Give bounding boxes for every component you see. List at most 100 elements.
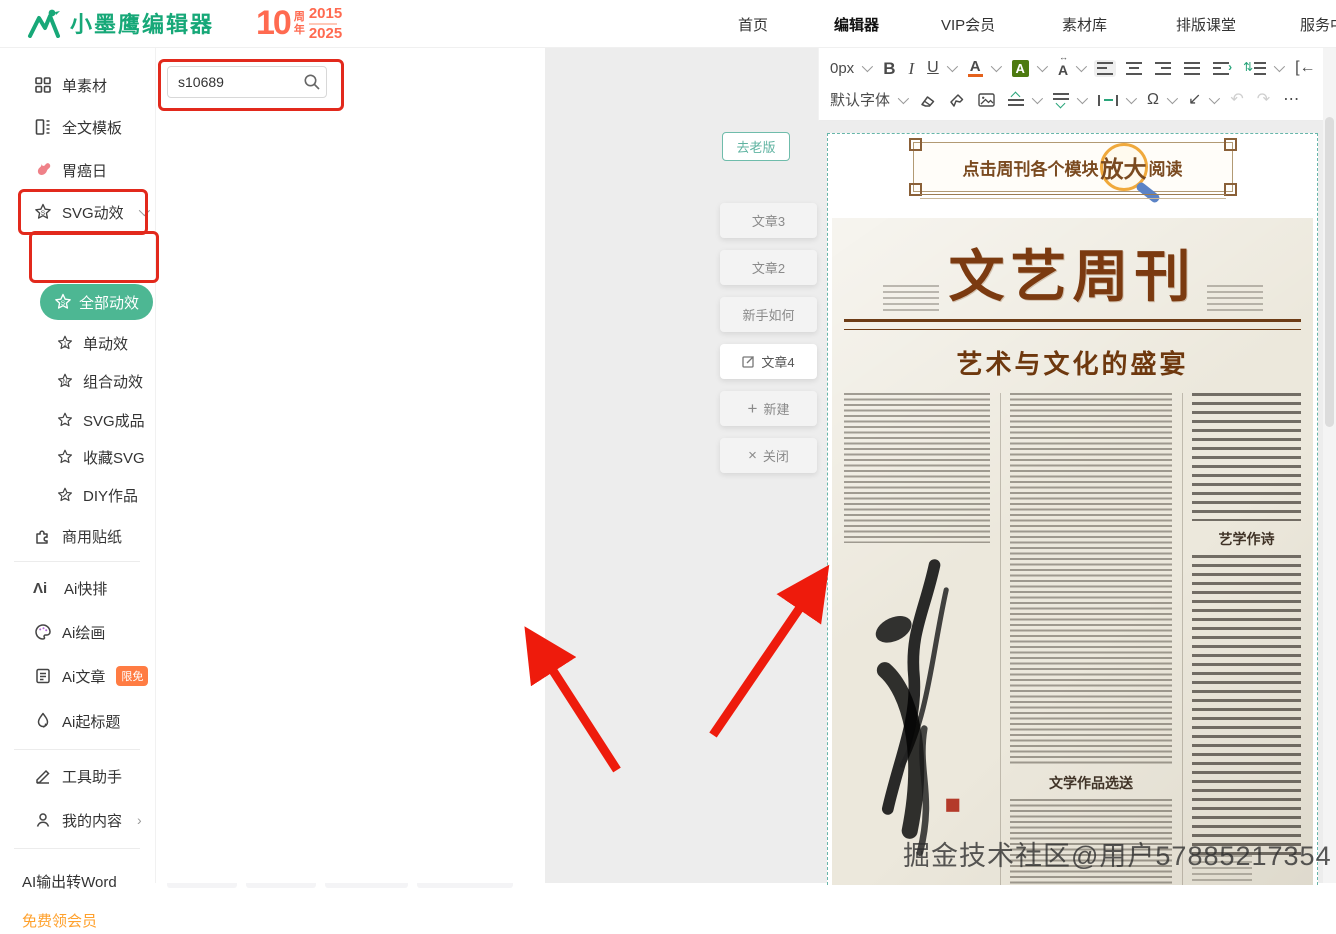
special-char-button[interactable]: Ω — [1144, 90, 1178, 110]
chevron-down-icon — [990, 61, 1001, 72]
chevron-down-icon — [1032, 93, 1043, 104]
font-color-icon: A — [968, 59, 983, 77]
scrollbar-thumb[interactable] — [1325, 117, 1334, 427]
anniversary-nian: 年 — [294, 24, 305, 37]
position-button[interactable]: ↙ — [1185, 90, 1220, 110]
puzzle-icon — [33, 526, 53, 546]
align-left-icon — [1097, 62, 1113, 75]
tab-newbie-guide[interactable]: 新手如何 — [720, 297, 817, 332]
sidebar-item-my-content[interactable]: 我的内容 › — [0, 806, 155, 834]
sidebar-item-ai-title[interactable]: Ai起标题 — [0, 707, 155, 735]
bold-button[interactable]: B — [880, 58, 898, 79]
sidebar-item-svg-finished[interactable]: SVG成品 — [0, 406, 155, 434]
highlight-color-button[interactable]: A — [1009, 58, 1048, 79]
anniversary-year-from: 2015 — [309, 6, 342, 22]
app-logo[interactable]: 小墨鹰编辑器 — [26, 7, 214, 39]
undo-icon: ↶ — [1230, 92, 1243, 108]
art-text-button[interactable]: A — [1055, 57, 1087, 79]
sidebar-item-ai-painting[interactable]: Ai绘画 — [0, 618, 155, 646]
newspaper-column: 艺学作诗 — [1182, 393, 1301, 885]
new-article-button[interactable]: +新建 — [720, 391, 817, 426]
nav-vip[interactable]: VIP会员 — [941, 14, 995, 35]
outdent-button[interactable]: [← — [1292, 58, 1318, 78]
undo-button[interactable]: ↶ — [1227, 90, 1246, 110]
tab-article4-active[interactable]: 文章4 — [720, 344, 817, 379]
svg-text:N: N — [63, 380, 67, 386]
font-family-dropdown[interactable]: 默认字体 — [827, 91, 909, 110]
more-tools-button[interactable]: ⋯ — [1280, 90, 1302, 110]
go-old-version-button[interactable]: 去老版 — [722, 132, 790, 161]
star-n-icon: N — [56, 372, 74, 390]
sidebar-item-ai-quick-layout[interactable]: Λi Ai快排 — [0, 574, 155, 602]
nav-layout-class[interactable]: 排版课堂 — [1176, 14, 1236, 35]
underline-button[interactable]: U — [924, 58, 958, 78]
banner-zoom-word: 放大 — [1101, 150, 1147, 184]
sidebar-item-single-material[interactable]: 单素材 — [0, 71, 155, 99]
calligraphy-text — [1192, 393, 1301, 521]
search-icon[interactable] — [303, 73, 321, 91]
align-right-button[interactable] — [1152, 60, 1174, 77]
font-size-dropdown[interactable]: 0px — [827, 59, 873, 78]
material-panel — [155, 47, 546, 883]
star-icon — [56, 411, 74, 429]
redo-button[interactable]: ↷ — [1254, 90, 1273, 110]
clear-format-button[interactable] — [916, 91, 939, 110]
poem-text — [1192, 555, 1301, 855]
watermark-text: 掘金技术社区@用户57885217354 — [903, 834, 1332, 873]
body-text — [1010, 393, 1172, 765]
sidebar-item-favorite-svg[interactable]: 收藏SVG — [0, 443, 155, 471]
insert-image-button[interactable] — [975, 91, 998, 109]
chevron-down-icon — [1209, 93, 1220, 104]
banner-text: 点击周刊各个模块 — [963, 155, 1099, 180]
format-painter-button[interactable] — [946, 91, 968, 110]
indent-button[interactable] — [1210, 60, 1234, 77]
template-icon — [33, 117, 53, 137]
sidebar-item-ai-to-word[interactable]: AI输出转Word — [0, 867, 155, 895]
sidebar-item-full-template[interactable]: 全文模板 — [0, 113, 155, 141]
spacing-below-button[interactable] — [1050, 91, 1088, 109]
editor-document[interactable]: 点击周刊各个模块 放大 阅读 文艺周刊 艺术与文化的盛宴 — [827, 133, 1318, 885]
sidebar-item-commercial-stickers[interactable]: 商用贴纸 — [0, 522, 155, 550]
close-icon: × — [748, 447, 757, 464]
italic-button[interactable]: I — [905, 58, 917, 79]
arrow-southwest-icon: ↙ — [1188, 92, 1201, 108]
align-justify-button[interactable] — [1181, 60, 1203, 77]
tab-label: 文章2 — [752, 258, 785, 277]
sidebar-item-diy-works[interactable]: DIY作品 — [0, 481, 155, 509]
eagle-logo-icon — [26, 8, 62, 38]
editor-toolbar: 0px B I U A A A [← 默认字体 Ω ↙ ↶ ↷ ⋯ — [818, 47, 1336, 121]
sidebar-item-tool-assistant[interactable]: 工具助手 — [0, 762, 155, 790]
sidebar-item-label: AI输出转Word — [22, 871, 117, 892]
sidebar-item-combo-animation[interactable]: N 组合动效 — [0, 367, 155, 395]
sidebar-item-single-animation[interactable]: 1 单动效 — [0, 329, 155, 357]
sidebar-item-svg-animation[interactable]: S SVG动效 — [0, 198, 155, 226]
star-icon — [56, 448, 74, 466]
tab-article3[interactable]: 文章3 — [720, 203, 817, 238]
nav-editor[interactable]: 编辑器 — [834, 14, 879, 35]
close-button[interactable]: × 关闭 — [720, 438, 817, 473]
sidebar-item-ai-article[interactable]: Ai文章 限免 — [0, 662, 155, 690]
nav-service[interactable]: 服务中心 — [1300, 14, 1336, 35]
line-height-button[interactable] — [1241, 60, 1285, 77]
align-center-button[interactable] — [1123, 60, 1145, 77]
bold-letter: B — [883, 60, 895, 77]
canvas-scrollbar[interactable] — [1323, 47, 1336, 883]
sidebar-item-stomach-day[interactable]: 胃癌日 — [0, 156, 155, 184]
align-center-icon — [1126, 62, 1142, 75]
nav-home[interactable]: 首页 — [738, 14, 768, 35]
sidebar-item-free-vip[interactable]: 免费领会员 — [0, 906, 155, 934]
newspaper-column: 文学作品选送 — [1000, 393, 1172, 885]
tab-article2[interactable]: 文章2 — [720, 250, 817, 285]
limited-free-badge: 限免 — [116, 666, 148, 686]
letter-spacing-button[interactable] — [1095, 93, 1137, 108]
nav-material-library[interactable]: 素材库 — [1062, 14, 1107, 35]
sidebar-item-all-animation[interactable]: S 全部动效 — [40, 284, 153, 320]
top-header: 小墨鹰编辑器 10 周 年 2015 2025 首页 编辑器 VIP会员 素材库… — [0, 0, 1336, 48]
tab-label: 关闭 — [763, 446, 789, 465]
banner-text: 阅读 — [1149, 155, 1183, 180]
chevron-down-icon — [1167, 93, 1178, 104]
spacing-above-button[interactable] — [1005, 91, 1043, 109]
align-right-icon — [1155, 62, 1171, 75]
font-color-button[interactable]: A — [965, 57, 1002, 79]
align-left-button[interactable] — [1094, 60, 1116, 77]
